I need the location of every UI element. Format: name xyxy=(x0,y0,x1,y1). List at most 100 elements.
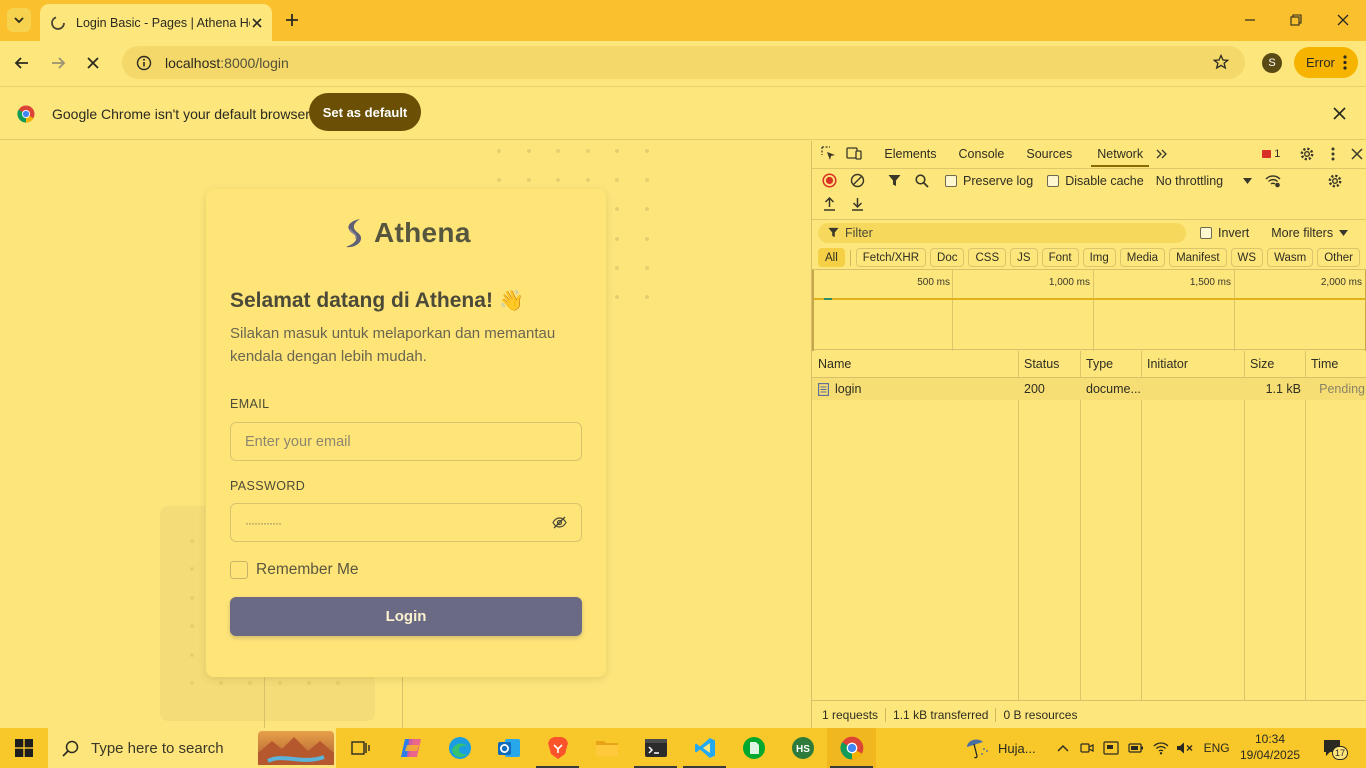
heidisql-app[interactable]: HS xyxy=(778,728,827,768)
filter-font[interactable]: Font xyxy=(1041,248,1079,267)
copilot-app[interactable] xyxy=(386,728,435,768)
invert-checkbox[interactable] xyxy=(1200,226,1212,239)
login-button[interactable]: Login xyxy=(230,597,582,636)
column-status[interactable]: Status xyxy=(1018,351,1080,377)
evernote-app[interactable] xyxy=(729,728,778,768)
notification-center-button[interactable]: 17 xyxy=(1320,736,1348,760)
summary-separator xyxy=(995,707,997,722)
chrome-app[interactable] xyxy=(827,728,876,768)
stop-loading-button[interactable] xyxy=(78,48,108,78)
close-infobar-icon[interactable] xyxy=(1333,107,1346,120)
forward-button[interactable] xyxy=(43,48,73,78)
record-stop-icon[interactable] xyxy=(818,170,840,192)
file-explorer-app[interactable] xyxy=(582,728,631,768)
filter-img[interactable]: Img xyxy=(1082,248,1116,267)
more-filters-dropdown[interactable]: More filters xyxy=(1271,226,1349,240)
chevron-up-icon[interactable] xyxy=(1057,744,1069,752)
filter-manifest[interactable]: Manifest xyxy=(1169,248,1227,267)
filter-input[interactable]: Filter xyxy=(818,222,1186,243)
inspect-element-icon[interactable] xyxy=(818,143,838,165)
filter-wasm[interactable]: Wasm xyxy=(1267,248,1314,267)
upload-har-icon[interactable] xyxy=(818,193,840,215)
close-tab-icon[interactable] xyxy=(250,16,264,30)
password-field[interactable]: ············ xyxy=(230,503,582,542)
throttling-select[interactable]: No throttling xyxy=(1156,174,1252,188)
filter-doc[interactable]: Doc xyxy=(930,248,965,267)
filter-all[interactable]: All xyxy=(818,248,845,267)
taskbar-clock[interactable]: 10:34 19/04/2025 xyxy=(1240,731,1300,763)
column-size[interactable]: Size xyxy=(1244,351,1305,377)
edge-app[interactable] xyxy=(435,728,484,768)
battery-icon[interactable] xyxy=(1127,742,1144,754)
new-tab-button[interactable] xyxy=(280,8,304,32)
profile-avatar[interactable]: S xyxy=(1262,53,1282,73)
devtools-settings-icon[interactable] xyxy=(1296,143,1316,165)
address-bar[interactable]: localhost:8000/login xyxy=(122,46,1245,79)
bookmark-star-icon[interactable] xyxy=(1213,54,1229,70)
more-tabs-icon[interactable] xyxy=(1152,143,1172,165)
download-har-icon[interactable] xyxy=(846,193,868,215)
tab-console[interactable]: Console xyxy=(959,147,1005,161)
error-count-badge[interactable]: 1 xyxy=(1262,148,1280,160)
task-view-button[interactable] xyxy=(336,728,385,768)
set-as-default-button[interactable]: Set as default xyxy=(309,93,421,131)
filter-ws[interactable]: WS xyxy=(1230,248,1264,267)
preserve-log-checkbox[interactable] xyxy=(945,174,957,187)
filter-funnel-icon[interactable] xyxy=(883,170,905,192)
tab-title: Login Basic - Pages | Athena He xyxy=(76,15,250,30)
language-indicator[interactable]: ENG xyxy=(1204,741,1230,755)
invert-option[interactable]: Invert xyxy=(1200,226,1249,240)
column-divider xyxy=(1018,351,1019,700)
weather-widget[interactable]: Huja... xyxy=(965,736,1036,760)
start-button[interactable] xyxy=(0,728,48,768)
tab-sources[interactable]: Sources xyxy=(1026,147,1072,161)
site-info-icon[interactable] xyxy=(136,55,152,71)
remember-me[interactable]: Remember Me xyxy=(230,561,359,579)
browser-tab-active[interactable]: Login Basic - Pages | Athena He xyxy=(40,4,272,41)
filter-js[interactable]: JS xyxy=(1010,248,1038,267)
vscode-app[interactable] xyxy=(680,728,729,768)
volume-muted-icon[interactable] xyxy=(1176,741,1193,755)
clear-icon[interactable] xyxy=(846,170,868,192)
error-update-button[interactable]: Error xyxy=(1294,47,1358,78)
preserve-log-option[interactable]: Preserve log xyxy=(945,174,1033,188)
filter-fetch-xhr[interactable]: Fetch/XHR xyxy=(855,248,927,267)
device-toolbar-icon[interactable] xyxy=(844,143,864,165)
disable-cache-option[interactable]: Disable cache xyxy=(1047,174,1144,188)
column-name[interactable]: Name xyxy=(812,351,1018,377)
network-conditions-icon[interactable] xyxy=(1262,170,1284,192)
tablet-icon[interactable] xyxy=(1102,741,1119,755)
email-field[interactable]: Enter your email xyxy=(230,422,582,461)
search-icon[interactable] xyxy=(911,170,933,192)
devtools-menu-icon[interactable] xyxy=(1323,143,1343,165)
chrome-icon xyxy=(840,736,863,760)
filter-media[interactable]: Media xyxy=(1119,248,1166,267)
column-initiator[interactable]: Initiator xyxy=(1141,351,1244,377)
disable-cache-checkbox[interactable] xyxy=(1047,174,1060,187)
outlook-app[interactable] xyxy=(484,728,533,768)
meet-now-icon[interactable] xyxy=(1079,741,1094,755)
timeline-handle-left[interactable] xyxy=(812,270,814,351)
terminal-app[interactable] xyxy=(631,728,680,768)
wifi-icon[interactable] xyxy=(1153,741,1169,755)
close-window-button[interactable] xyxy=(1331,8,1355,32)
restore-button[interactable] xyxy=(1284,8,1308,32)
minimize-button[interactable] xyxy=(1238,8,1262,32)
tab-network[interactable]: Network xyxy=(1091,147,1150,167)
table-row[interactable]: login 200 docume... 1.1 kB Pending xyxy=(812,378,1366,400)
tab-elements[interactable]: Elements xyxy=(884,147,936,161)
column-time[interactable]: Time xyxy=(1305,351,1366,377)
network-timeline-overview[interactable]: 500 ms 1,000 ms 1,500 ms 2,000 ms xyxy=(812,269,1366,351)
filter-css[interactable]: CSS xyxy=(968,248,1007,267)
brave-app[interactable] xyxy=(533,728,582,768)
taskbar-search[interactable]: Type here to search xyxy=(48,728,336,768)
back-button[interactable] xyxy=(7,48,37,78)
network-settings-icon[interactable] xyxy=(1324,170,1346,192)
filter-other[interactable]: Other xyxy=(1317,248,1360,267)
eye-off-icon[interactable] xyxy=(552,515,567,530)
devtools-panel: Elements Console Sources Network 1 Prese… xyxy=(811,141,1366,728)
devtools-close-icon[interactable] xyxy=(1347,143,1366,165)
column-type[interactable]: Type xyxy=(1080,351,1141,377)
remember-me-checkbox[interactable] xyxy=(230,561,248,579)
tab-search-button[interactable] xyxy=(7,8,31,32)
